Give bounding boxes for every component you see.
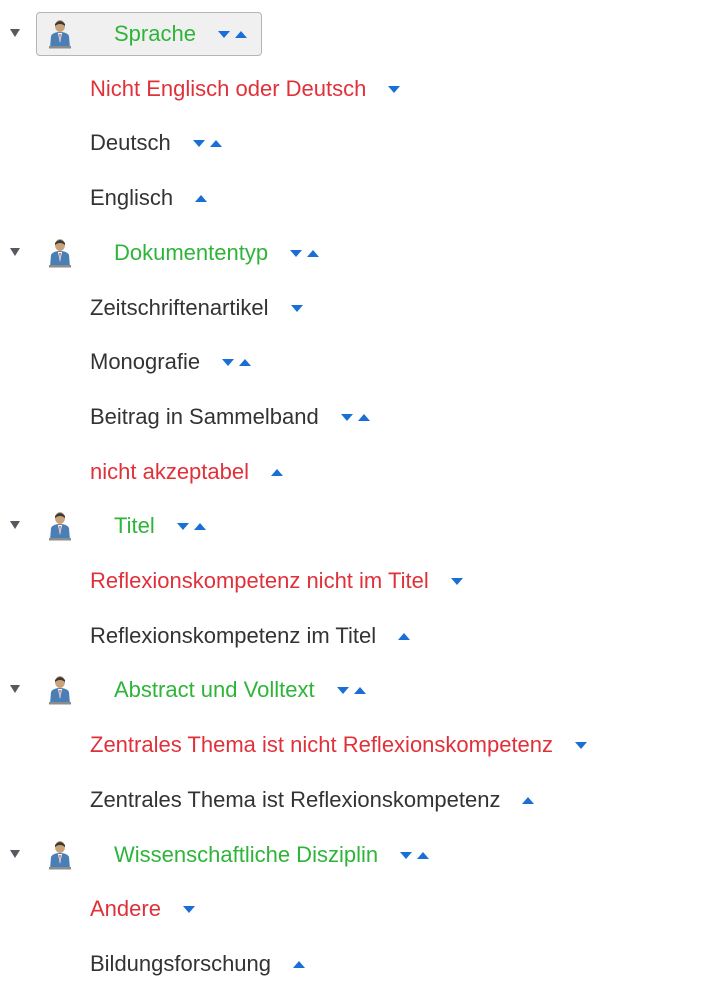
- code-label: Beitrag in Sammelband: [90, 404, 319, 429]
- move-down-icon[interactable]: [340, 413, 353, 421]
- category-item[interactable]: Sprache: [36, 12, 262, 56]
- code-label: Andere: [90, 896, 161, 921]
- code-sort-arrows: [575, 741, 588, 749]
- collapse-caret-icon[interactable]: [10, 850, 20, 858]
- category-sort-arrows: [176, 522, 206, 530]
- code-label: Zeitschriftenartikel: [90, 295, 269, 320]
- move-down-icon[interactable]: [290, 304, 303, 312]
- code-label: Zentrales Thema ist Reflexionskompetenz: [90, 787, 501, 812]
- category-node: Abstract und Volltext: [0, 664, 709, 716]
- person-icon: [47, 675, 73, 705]
- code-item[interactable]: Zentrales Thema ist nicht Reflexionskomp…: [90, 719, 588, 771]
- move-down-icon[interactable]: [336, 686, 349, 694]
- move-down-icon[interactable]: [182, 905, 195, 913]
- category-label: Wissenschaftliche Disziplin: [114, 842, 379, 867]
- move-up-icon[interactable]: [271, 468, 283, 476]
- code-sort-arrows: [271, 468, 283, 476]
- code-sort-arrows: [222, 358, 252, 366]
- person-icon: [47, 238, 73, 268]
- code-sort-arrows: [340, 413, 370, 421]
- code-item[interactable]: Monografie: [90, 336, 252, 388]
- move-up-icon[interactable]: [209, 139, 222, 147]
- collapse-caret-icon[interactable]: [10, 685, 20, 693]
- code-item[interactable]: Zeitschriftenartikel: [90, 282, 303, 334]
- move-up-icon[interactable]: [195, 194, 208, 202]
- code-item[interactable]: Deutsch: [90, 117, 222, 169]
- category-sort-arrows: [290, 249, 320, 257]
- code-sort-arrows: [195, 194, 208, 202]
- category-node: Titel: [0, 500, 709, 552]
- code-sort-arrows: [192, 139, 222, 147]
- category-node: Sprache: [0, 8, 709, 60]
- collapse-caret-icon[interactable]: [10, 521, 20, 529]
- code-sort-arrows: [182, 905, 195, 913]
- move-up-icon[interactable]: [522, 796, 535, 804]
- code-label: Zentrales Thema ist nicht Reflexionskomp…: [90, 732, 554, 757]
- category-label: Dokumententyp: [114, 240, 269, 265]
- category-item[interactable]: Titel: [36, 504, 221, 548]
- category-node: Wissenschaftliche Disziplin: [0, 829, 709, 881]
- move-up-icon[interactable]: [357, 413, 370, 421]
- move-up-icon[interactable]: [307, 249, 320, 257]
- code-item[interactable]: Englisch: [90, 172, 208, 224]
- code-sort-arrows: [450, 577, 463, 585]
- code-item[interactable]: Nicht Englisch oder Deutsch: [90, 63, 401, 115]
- code-item[interactable]: Andere: [90, 883, 195, 935]
- code-sort-arrows: [522, 796, 535, 804]
- code-item[interactable]: Beitrag in Sammelband: [90, 391, 370, 443]
- code-item[interactable]: Zentrales Thema ist Reflexionskompetenz: [90, 774, 535, 826]
- move-up-icon[interactable]: [417, 851, 430, 859]
- move-down-icon[interactable]: [575, 741, 588, 749]
- move-up-icon[interactable]: [293, 960, 306, 968]
- code-label: Monografie: [90, 349, 201, 374]
- person-icon: [47, 19, 73, 49]
- code-sort-arrows: [293, 960, 306, 968]
- code-label: Englisch: [90, 185, 174, 210]
- move-down-icon[interactable]: [192, 139, 205, 147]
- move-up-icon[interactable]: [239, 358, 252, 366]
- category-item[interactable]: Abstract und Volltext: [36, 668, 381, 712]
- move-up-icon[interactable]: [398, 632, 411, 640]
- code-sort-arrows: [290, 304, 303, 312]
- category-sort-arrows: [336, 686, 366, 694]
- move-down-icon[interactable]: [450, 577, 463, 585]
- move-down-icon[interactable]: [388, 85, 401, 93]
- code-label: Reflexionskompetenz nicht im Titel: [90, 568, 429, 593]
- category-label: Sprache: [114, 21, 196, 46]
- category-item[interactable]: Wissenschaftliche Disziplin: [36, 833, 444, 877]
- code-label: Deutsch: [90, 130, 171, 155]
- code-label: Reflexionskompetenz im Titel: [90, 623, 377, 648]
- collapse-caret-icon[interactable]: [10, 29, 20, 37]
- person-icon: [47, 840, 73, 870]
- move-down-icon[interactable]: [217, 30, 230, 38]
- category-item[interactable]: Dokumententyp: [36, 231, 334, 275]
- code-item[interactable]: nicht akzeptabel: [90, 446, 283, 498]
- code-item[interactable]: Reflexionskompetenz im Titel: [90, 610, 411, 662]
- code-sort-arrows: [388, 85, 401, 93]
- move-up-icon[interactable]: [234, 30, 247, 38]
- code-tree: Sprache Nicht Englisch oder Deutsch Deutsc…: [0, 0, 709, 985]
- move-down-icon[interactable]: [400, 851, 413, 859]
- code-sort-arrows: [398, 632, 411, 640]
- move-down-icon[interactable]: [290, 249, 303, 257]
- person-icon: [47, 511, 73, 541]
- code-item[interactable]: Reflexionskompetenz nicht im Titel: [90, 555, 463, 607]
- category-label: Abstract und Volltext: [114, 677, 315, 702]
- move-down-icon[interactable]: [176, 522, 189, 530]
- category-sort-arrows: [217, 30, 247, 38]
- category-sort-arrows: [400, 851, 430, 859]
- move-up-icon[interactable]: [353, 686, 366, 694]
- move-up-icon[interactable]: [193, 522, 206, 530]
- category-label: Titel: [114, 513, 155, 538]
- collapse-caret-icon[interactable]: [10, 248, 20, 256]
- code-item[interactable]: Bildungsforschung: [90, 938, 306, 990]
- code-label: nicht akzeptabel: [90, 459, 249, 484]
- move-down-icon[interactable]: [222, 358, 235, 366]
- code-label: Bildungsforschung: [90, 951, 272, 976]
- code-label: Nicht Englisch oder Deutsch: [90, 76, 367, 101]
- category-node: Dokumententyp: [0, 227, 709, 279]
